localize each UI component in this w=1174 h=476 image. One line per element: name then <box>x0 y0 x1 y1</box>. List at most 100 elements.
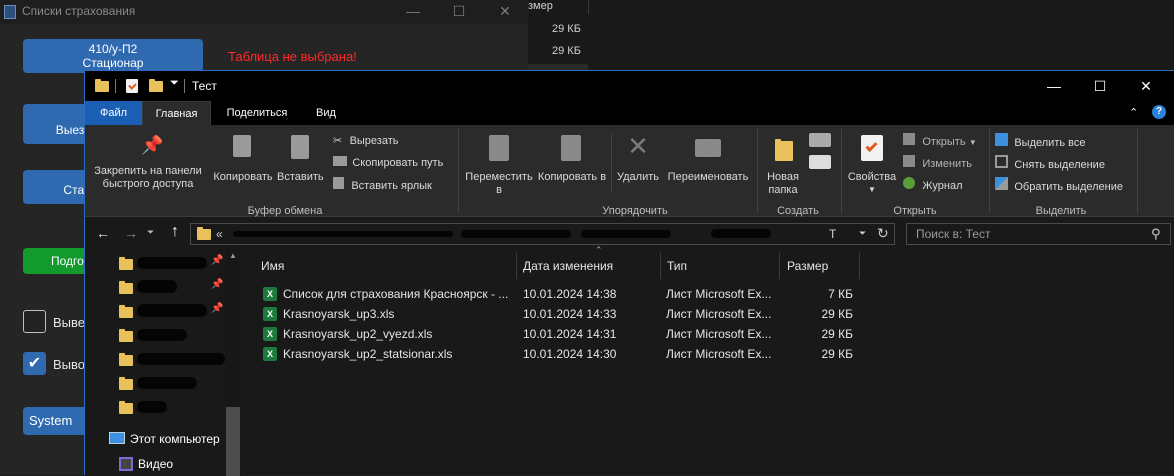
quick-access-folder-icon[interactable] <box>119 257 133 270</box>
quick-access-folder-icon[interactable] <box>119 401 133 414</box>
tab-file[interactable]: Файл <box>85 101 142 125</box>
rename-button[interactable]: Переименовать <box>663 131 753 195</box>
nav-videos[interactable]: Видео <box>138 457 173 471</box>
bg-close-button[interactable]: ✕ <box>494 2 516 20</box>
col-type[interactable]: Тип <box>667 253 687 279</box>
nav-this-pc[interactable]: Этот компьютер <box>130 432 220 446</box>
back-icon[interactable]: ← <box>96 225 110 241</box>
col-date[interactable]: Дата изменения <box>523 253 613 279</box>
address-dropdown-icon[interactable]: ⏷ <box>859 228 866 239</box>
refresh-icon[interactable]: ↻ <box>877 225 889 242</box>
delete-icon: ✕ <box>627 131 649 161</box>
bg-minimize-button[interactable]: — <box>402 2 424 20</box>
new-item-icon[interactable] <box>809 133 831 147</box>
paste-shortcut-button[interactable]: Вставить ярлык <box>333 177 432 192</box>
select-none-button[interactable]: Снять выделение <box>995 155 1105 171</box>
nav-scrollbar[interactable]: ▲ <box>225 249 241 476</box>
cut-button[interactable]: ✂ Вырезать <box>333 133 399 147</box>
paste-button[interactable]: Вставить <box>277 131 324 193</box>
navigation-pane: 📌 📌 📌 Этот компьютер Видео ▲ <box>85 249 243 476</box>
edit-button[interactable]: Изменить <box>903 155 972 170</box>
address-bar[interactable]: « Т ⏷ ↻ <box>190 223 895 245</box>
move-to-button[interactable]: Переместить в <box>463 131 535 196</box>
file-row[interactable]: X Krasnoyarsk_up2_vyezd.xls 10.01.2024 1… <box>257 324 857 344</box>
col-divider[interactable] <box>779 253 780 279</box>
maximize-button[interactable]: ☐ <box>1077 71 1123 101</box>
prepare-label: Подго <box>51 254 84 268</box>
quick-access-folder-icon[interactable] <box>119 353 133 366</box>
app-icon <box>4 5 16 19</box>
new-folder-qat-icon[interactable] <box>149 79 163 92</box>
col-size[interactable]: Размер <box>787 253 828 279</box>
paste-shortcut-icon <box>333 177 344 189</box>
btn-410-stacionar[interactable]: 410/у-П2 Стационар <box>23 39 203 73</box>
properties-label: Свойства <box>847 171 897 183</box>
quick-access-folder-icon[interactable] <box>119 329 133 342</box>
file-row[interactable]: X Krasnoyarsk_up3.xls 10.01.2024 14:33 Л… <box>257 304 857 324</box>
ribbon-separator <box>841 129 842 213</box>
properties-button[interactable]: Свойства ▼ <box>845 131 899 197</box>
explorer-window: ⏷ Тест — ☐ ✕ Файл Главная Поделиться Вид… <box>84 70 1174 476</box>
easy-access-icon[interactable] <box>809 155 831 169</box>
quick-access-folder-icon[interactable] <box>119 281 133 294</box>
up-icon[interactable]: ↑ <box>171 223 179 241</box>
vyezd-button[interactable]: Выезд <box>23 104 93 144</box>
pin-button[interactable]: 📌 Закрепить на панели быстрого доступа <box>89 131 207 193</box>
tab-view[interactable]: Вид <box>305 101 347 125</box>
quick-access-folder-icon[interactable] <box>119 305 133 318</box>
history-button[interactable]: Журнал <box>903 177 962 192</box>
invert-selection-button[interactable]: Обратить выделение <box>995 177 1123 193</box>
checkbox-1[interactable] <box>23 310 46 333</box>
search-icon[interactable]: ⚲ <box>1151 226 1161 242</box>
group-clipboard-label: Буфер обмена <box>247 205 323 217</box>
nav-scroll-thumb[interactable] <box>226 407 240 476</box>
copy-path-button[interactable]: Скопировать путь <box>333 155 443 169</box>
minimize-button[interactable]: — <box>1031 71 1077 101</box>
tab-home[interactable]: Главная <box>142 101 211 125</box>
select-all-label: Выделить все <box>1014 137 1086 149</box>
copy-label: Копировать <box>213 171 273 183</box>
qat-dropdown-icon[interactable]: ⏷ <box>170 77 179 90</box>
col-divider[interactable] <box>660 253 661 279</box>
pin-label: Закрепить на панели быстрого доступа <box>94 165 202 190</box>
folder-icon <box>95 79 109 92</box>
file-row[interactable]: X Krasnoyarsk_up2_statsionar.xls 10.01.2… <box>257 344 857 364</box>
col-name[interactable]: Имя <box>261 253 284 279</box>
forward-icon[interactable]: → <box>124 225 138 241</box>
copy-button[interactable]: Копировать <box>211 131 275 193</box>
help-icon[interactable]: ? <box>1152 105 1166 119</box>
select-none-label: Снять выделение <box>1014 159 1105 171</box>
bg-maximize-button[interactable]: ☐ <box>448 2 470 20</box>
prepare-button[interactable]: Подго <box>23 248 93 274</box>
redacted-folder-name <box>137 329 187 341</box>
tab-share[interactable]: Поделиться <box>215 101 299 125</box>
stats-button[interactable]: Стац <box>23 170 93 204</box>
search-box[interactable]: Поиск в: Тест ⚲ <box>906 223 1171 245</box>
col-divider[interactable] <box>859 253 860 279</box>
recent-dropdown-icon[interactable]: ⏷ <box>147 227 154 238</box>
quick-access-folder-icon[interactable] <box>119 377 133 390</box>
file-size: 7 КБ <box>828 287 853 301</box>
address-overflow[interactable]: « <box>216 227 223 241</box>
move-to-label: Переместить в <box>465 171 533 196</box>
system-button[interactable]: System <box>23 407 93 435</box>
ribbon-separator <box>757 129 758 213</box>
ribbon-separator <box>989 129 990 213</box>
properties-qat-icon[interactable] <box>126 79 138 93</box>
btn-410-line1: 410/у-П2 <box>88 42 138 56</box>
redacted-folder-name <box>137 280 177 293</box>
collapse-ribbon-icon[interactable]: ⌃ <box>1129 106 1138 119</box>
delete-button[interactable]: ✕ Удалить <box>613 131 663 195</box>
scroll-up-icon[interactable]: ▲ <box>229 251 237 260</box>
ribbon-separator <box>458 129 459 213</box>
new-folder-button[interactable]: Новая папка <box>761 131 805 197</box>
open-button[interactable]: Открыть ▼ <box>903 133 977 148</box>
file-row[interactable]: X Список для страхования Красноярск - ..… <box>257 284 857 304</box>
redacted-path <box>581 230 671 238</box>
close-button[interactable]: ✕ <box>1123 71 1169 101</box>
history-label: Журнал <box>922 180 963 192</box>
checkbox-2[interactable]: ✔ <box>23 352 46 375</box>
copy-to-button[interactable]: Копировать в <box>537 131 607 195</box>
select-all-button[interactable]: Выделить все <box>995 133 1085 149</box>
col-divider[interactable] <box>516 253 517 279</box>
